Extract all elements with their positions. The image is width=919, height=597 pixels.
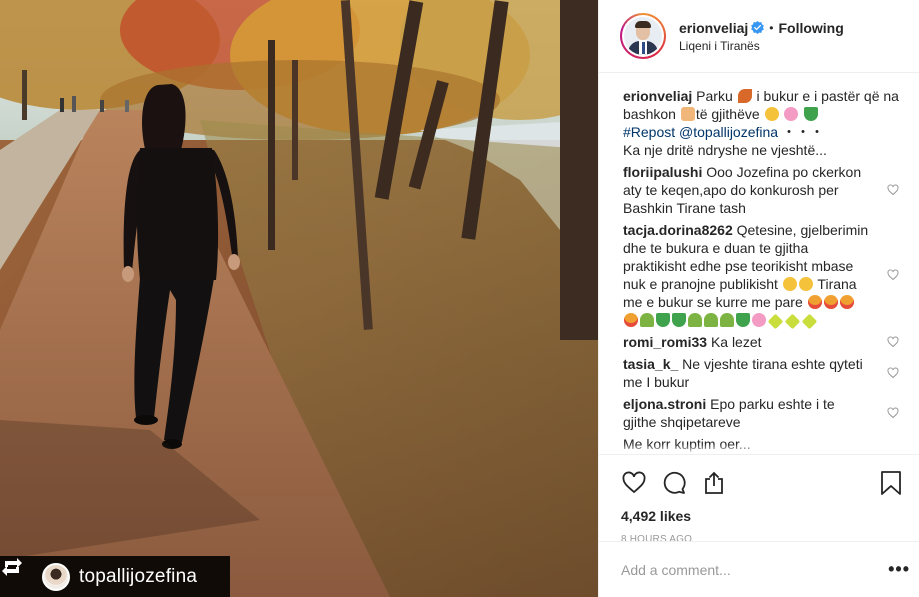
comment-like-heart-icon[interactable] <box>887 269 899 281</box>
comment-username[interactable]: tasia_k_ <box>623 356 678 372</box>
heart-eyes-emoji-icon <box>624 313 638 327</box>
header-username[interactable]: erionveliaj <box>679 20 748 36</box>
sparkle-emoji-icon <box>767 313 784 330</box>
comment-like-heart-icon[interactable] <box>887 407 899 419</box>
post-caption: erionveliaj Parku i bukur e i pastër që … <box>623 88 899 158</box>
likes-count[interactable]: 4,492 likes <box>621 508 904 524</box>
comment-username[interactable]: floriipalushi <box>623 164 702 180</box>
comment-item: romi_romi33 Ka lezet <box>623 333 899 351</box>
header-separator: • <box>769 20 774 35</box>
fallen-leaf-emoji-icon <box>737 89 752 103</box>
post-side-panel: erionveliaj • Following Liqeni i Tiranës… <box>598 0 919 597</box>
comment-username[interactable]: tacja.dorina8262 <box>623 222 733 238</box>
repost-tag[interactable]: topallijozefina <box>0 556 230 597</box>
sparkle-emoji-icon <box>801 313 818 330</box>
following-button[interactable]: Following <box>778 20 843 36</box>
verified-badge-icon <box>751 21 765 34</box>
more-options-icon[interactable]: ••• <box>888 559 910 580</box>
clover-emoji-icon <box>736 313 750 327</box>
comment-item: tasia_k_ Ne vjeshte tirana eshte qyteti … <box>623 355 899 391</box>
comments-scroll-fade <box>599 444 919 454</box>
smile-emoji-icon <box>798 277 813 291</box>
repost-username: topallijozefina <box>79 565 198 587</box>
sparkle-emoji-icon <box>784 313 801 330</box>
profile-avatar[interactable] <box>620 13 666 59</box>
repost-icon <box>2 558 34 590</box>
herb-emoji-icon <box>704 313 718 327</box>
park-photo-illustration <box>0 0 598 597</box>
add-comment-bar: ••• <box>599 541 919 597</box>
tree-emoji-icon <box>804 107 819 121</box>
post-photo[interactable]: topallijozefina <box>0 0 598 597</box>
comment-item: tacja.dorina8262 Qetesine, gjelberimin d… <box>623 221 899 330</box>
comment-item: floriipalushi Ooo Jozefina po ckerkon at… <box>623 163 899 217</box>
comments-list[interactable]: erionveliaj Parku i bukur e i pastër që … <box>599 74 919 454</box>
post-location[interactable]: Liqeni i Tiranës <box>679 39 844 53</box>
heart-icon[interactable] <box>621 470 647 496</box>
grin-emoji-icon <box>764 107 779 121</box>
share-icon[interactable] <box>701 470 727 496</box>
comment-like-heart-icon[interactable] <box>887 184 899 196</box>
repost-avatar <box>42 562 70 591</box>
comment-icon[interactable] <box>661 470 687 496</box>
post-header: erionveliaj • Following Liqeni i Tiranës <box>599 0 919 73</box>
caption-username[interactable]: erionveliaj <box>623 88 692 104</box>
seedling-emoji-icon <box>640 313 654 327</box>
smile-emoji-icon <box>782 277 797 291</box>
comment-like-heart-icon[interactable] <box>887 367 899 379</box>
comment-username[interactable]: romi_romi33 <box>623 334 707 350</box>
bookmark-icon[interactable] <box>878 470 904 496</box>
instagram-post-modal: topallijozefina erionveliaj • Following … <box>0 0 919 597</box>
palm-emoji-icon <box>688 313 702 327</box>
family-emoji-icon <box>680 107 695 121</box>
repost-hashtag-mention[interactable]: #Repost @topallijozefina <box>623 124 778 140</box>
herb-emoji-icon <box>720 313 734 327</box>
heart-eyes-emoji-icon <box>839 295 854 309</box>
heart-eyes-emoji-icon <box>823 295 838 309</box>
heart-eyes-emoji-icon <box>807 295 822 309</box>
tree-emoji-icon <box>656 313 670 327</box>
blossom-emoji-icon <box>784 107 799 121</box>
comment-item: eljona.stroni Epo parku eshte i te gjith… <box>623 395 899 431</box>
add-comment-input[interactable] <box>621 561 889 578</box>
comment-like-heart-icon[interactable] <box>887 336 899 348</box>
tree-emoji-icon <box>672 313 686 327</box>
comment-username[interactable]: eljona.stroni <box>623 396 706 412</box>
blossom-emoji-icon <box>752 313 766 327</box>
